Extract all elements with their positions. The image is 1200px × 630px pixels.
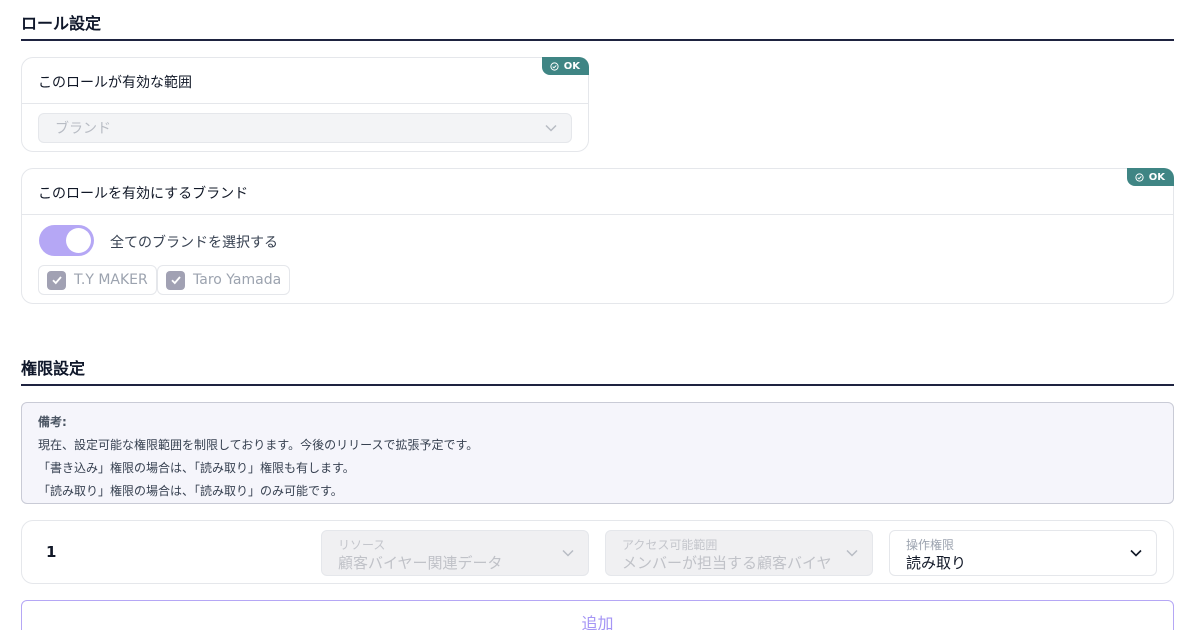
section-divider [21, 384, 1174, 386]
access-scope-value: メンバーが担当する顧客バイヤー [622, 554, 832, 572]
scope-select[interactable]: ブランド [38, 113, 572, 143]
select-all-brands-toggle[interactable] [39, 225, 94, 256]
permission-row: 1 リソース 顧客バイヤー関連データ アクセス可能範囲 メンバーが担当する顧客バ… [21, 520, 1174, 584]
role-settings-title: ロール設定 [21, 14, 102, 33]
note-line: 現在、設定可能な権限範囲を制限しております。今後のリリースで拡張予定です。 [38, 438, 479, 452]
brand-card: このロールを有効にするブランド OK 全てのブランドを選択する T.Y MAKE… [21, 168, 1174, 304]
resource-label: リソース [338, 538, 386, 552]
operation-permission-select[interactable]: 操作権限 読み取り [889, 530, 1157, 576]
row-number: 1 [46, 543, 57, 561]
brand-checkbox-ty-maker[interactable]: T.Y MAKER [38, 265, 157, 295]
chevron-down-icon [846, 549, 858, 557]
operation-permission-label: 操作権限 [906, 538, 955, 552]
access-scope-select[interactable]: アクセス可能範囲 メンバーが担当する顧客バイヤー [605, 530, 873, 576]
resource-value: 顧客バイヤー関連データ [338, 554, 503, 572]
chevron-down-icon [1130, 549, 1142, 557]
ok-badge: OK [1126, 168, 1174, 186]
note-line: 「書き込み」権限の場合は、「読み取り」権限も有します。 [38, 461, 355, 475]
chevron-down-icon [562, 549, 574, 557]
scope-card: このロールが有効な範囲 OK ブランド [21, 57, 589, 152]
brand-card-label: このロールを有効にするブランド [22, 169, 1173, 215]
chevron-down-icon [545, 124, 557, 132]
check-circle-icon [1135, 172, 1144, 182]
select-all-brands-label: 全てのブランドを選択する [110, 235, 278, 251]
access-scope-label: アクセス可能範囲 [622, 538, 718, 552]
add-button-label: 追加 [581, 614, 614, 630]
operation-permission-value: 読み取り [906, 554, 967, 572]
ok-badge-text: OK [563, 60, 580, 72]
ok-badge: OK [541, 57, 589, 75]
note-title: 備考: [38, 415, 67, 429]
check-icon [51, 276, 62, 285]
ok-badge-text: OK [1148, 171, 1165, 183]
section-divider [21, 39, 1174, 41]
checkbox [47, 270, 66, 290]
scope-card-label: このロールが有効な範囲 [22, 58, 588, 104]
note-line: 「読み取り」権限の場合は、「読み取り」のみ可能です。 [38, 484, 343, 498]
check-circle-icon [550, 61, 559, 71]
brand-name: T.Y MAKER [74, 272, 148, 288]
scope-select-value: ブランド [55, 121, 111, 137]
note-box: 備考: 現在、設定可能な権限範囲を制限しております。今後のリリースで拡張予定です… [21, 402, 1174, 504]
check-icon [170, 276, 181, 285]
brand-checkbox-taro-yamada[interactable]: Taro Yamada [157, 265, 291, 295]
permission-settings-title: 権限設定 [21, 359, 86, 378]
add-button[interactable]: 追加 [21, 600, 1174, 630]
checkbox [166, 270, 185, 290]
resource-select[interactable]: リソース 顧客バイヤー関連データ [321, 530, 589, 576]
brand-name: Taro Yamada [193, 272, 282, 288]
toggle-knob [66, 228, 91, 253]
